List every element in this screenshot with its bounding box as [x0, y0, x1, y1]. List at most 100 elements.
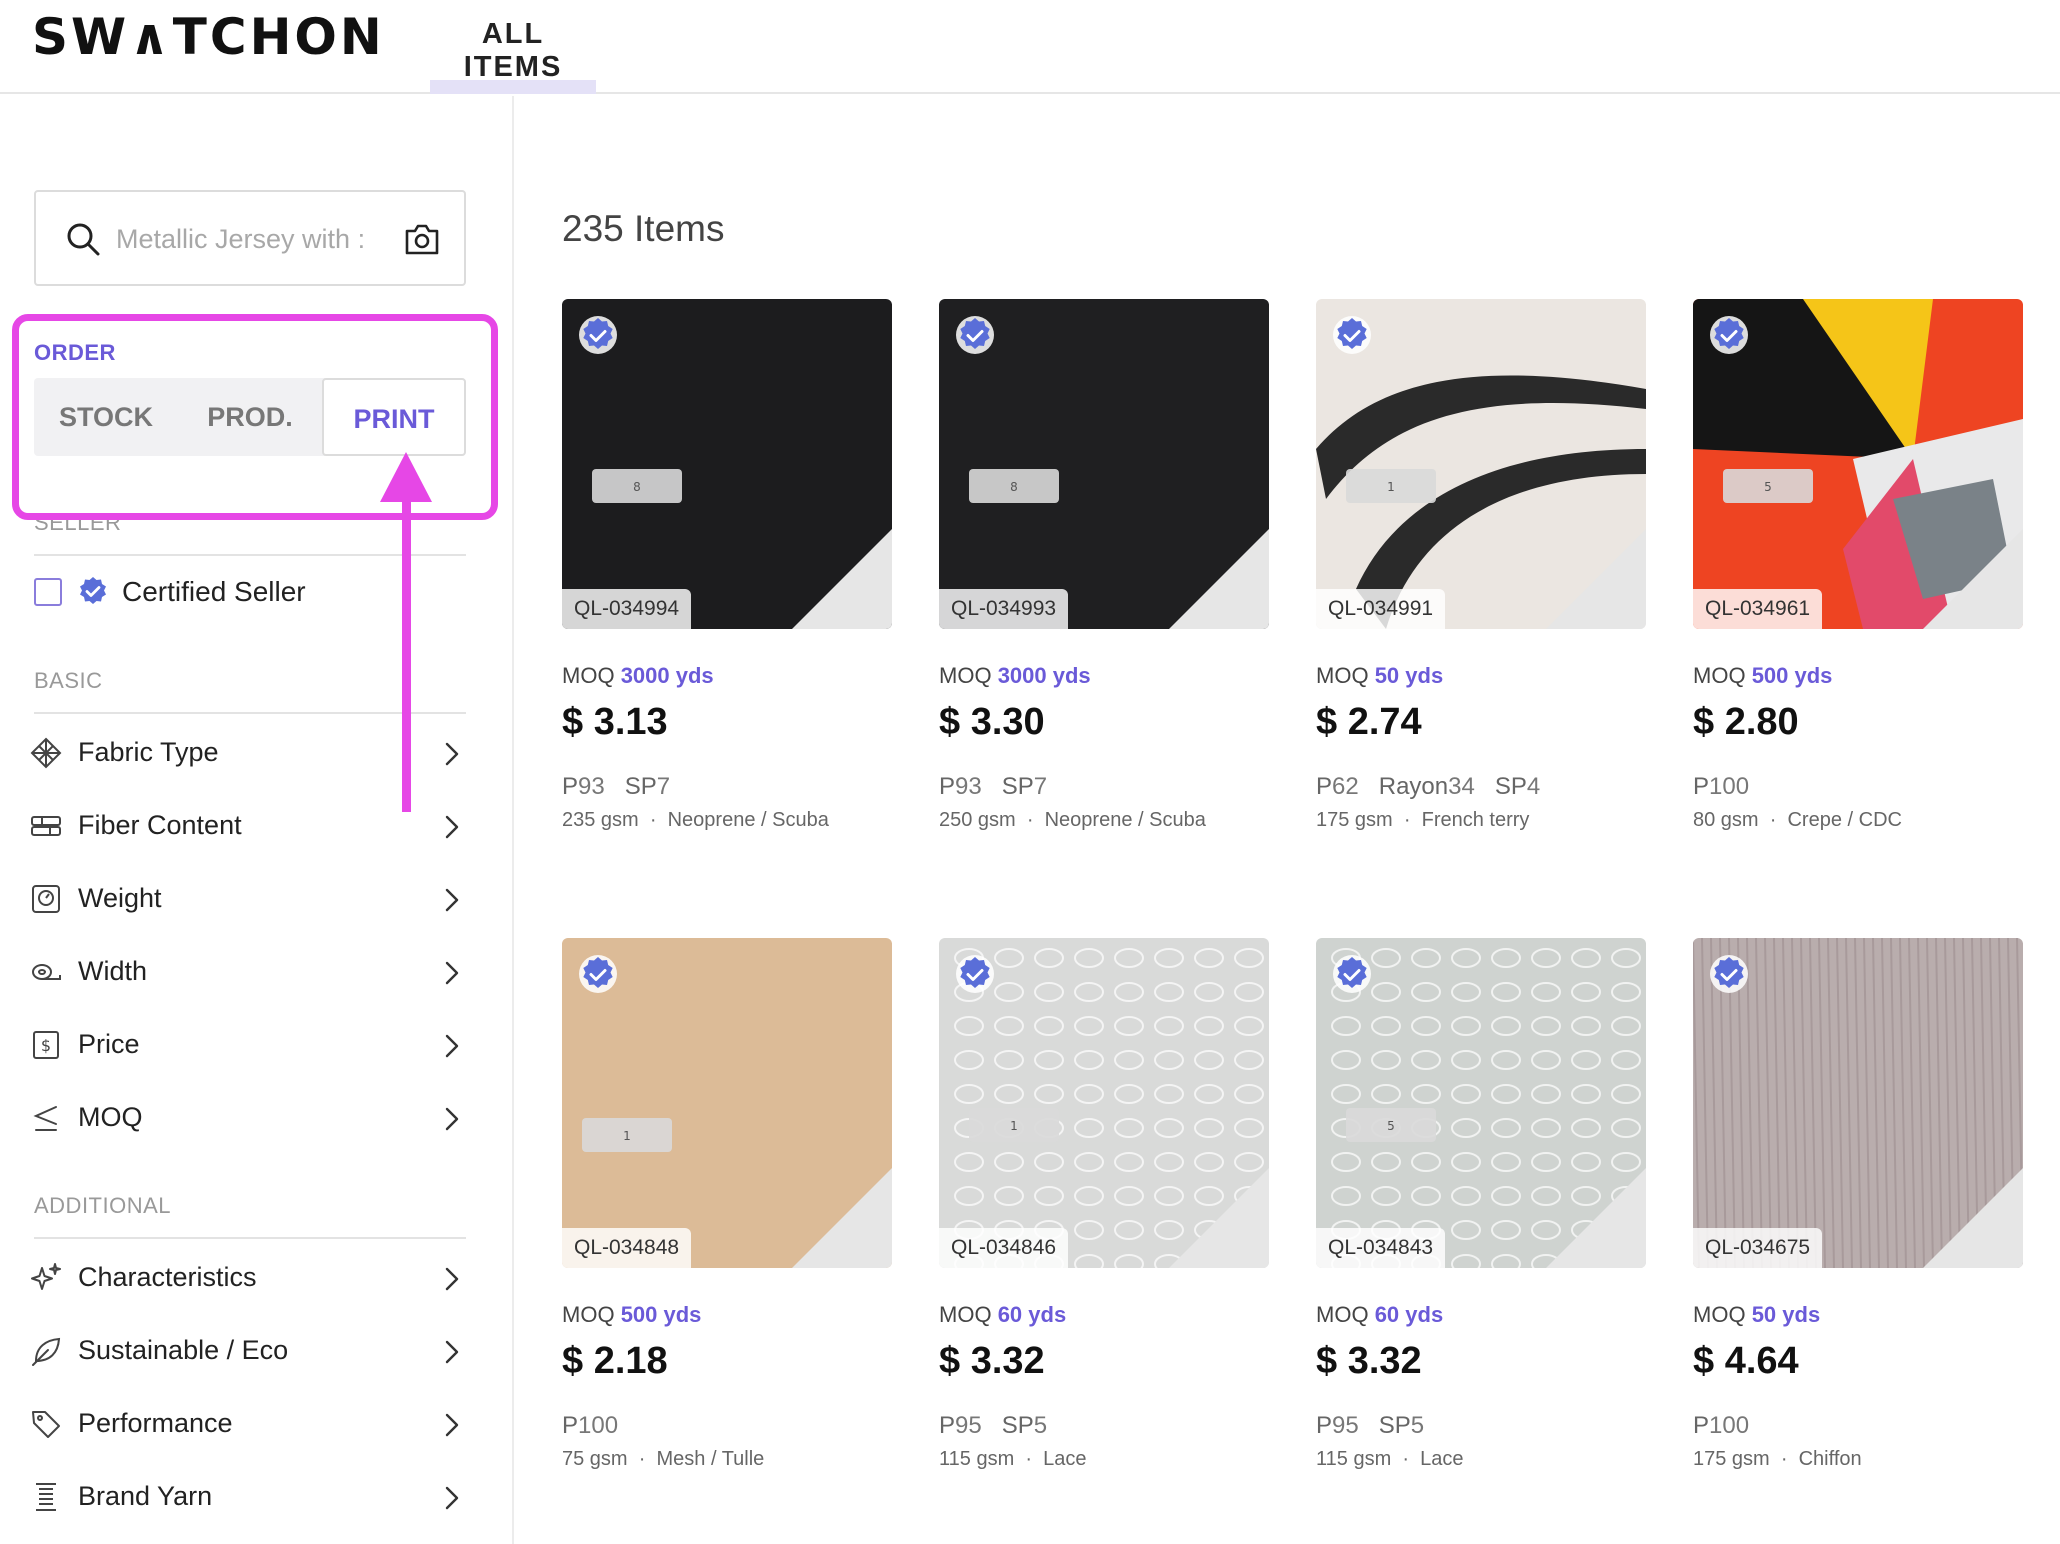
product-image[interactable]: 5 QL-034961: [1693, 299, 2023, 629]
product-composition: P100: [562, 1412, 618, 1440]
product-image[interactable]: 1 QL-034848: [562, 938, 892, 1268]
fiber-percent: 34: [1448, 773, 1475, 800]
product-moq: MOQ 3000 yds: [562, 663, 714, 689]
product-moq: MOQ 3000 yds: [939, 663, 1091, 689]
product-image[interactable]: 8 QL-034994: [562, 299, 892, 629]
fiber-name: P: [562, 1412, 579, 1439]
moq-value: 500 yds: [1751, 663, 1833, 688]
fiber-percent: 7: [1033, 773, 1048, 800]
product-composition: P95 SP5: [939, 1412, 1047, 1440]
svg-text:5: 5: [1764, 480, 1772, 494]
certified-seller-checkbox[interactable]: [34, 578, 62, 606]
fiber-name: SP: [1494, 773, 1527, 800]
product-image[interactable]: 8 QL-034993: [939, 299, 1269, 629]
chevron-right-icon: [445, 1034, 459, 1058]
camera-icon[interactable]: [404, 222, 440, 256]
verified-badge-icon: [579, 316, 617, 354]
fiber-name: P: [1693, 1412, 1710, 1439]
fiber-name: SP: [1001, 1412, 1034, 1439]
chevron-right-icon: [445, 1340, 459, 1364]
switchon-logo[interactable]: SW∧TCHON: [32, 8, 385, 66]
fiber-name: SP: [1378, 1412, 1411, 1439]
product-weight: 235 gsm: [562, 809, 639, 831]
fiber-percent: 100: [578, 1412, 619, 1439]
product-composition: P100: [1693, 773, 1749, 801]
filter-width[interactable]: Width: [30, 952, 470, 992]
weight-icon: [32, 885, 60, 913]
fiber-percent: 62: [1332, 773, 1359, 800]
product-weight: 175 gsm: [1316, 809, 1393, 831]
moq-value: 3000 yds: [997, 663, 1091, 688]
chevron-right-icon: [445, 1107, 459, 1131]
filter-moq[interactable]: MOQ: [30, 1098, 470, 1138]
moq-prefix: MOQ: [1316, 1302, 1369, 1327]
active-tab-indicator: [430, 80, 596, 94]
svg-text:1: 1: [1387, 480, 1395, 494]
fiber-name: Rayon: [1378, 773, 1449, 800]
product-code: QL-034994: [562, 589, 692, 629]
moq-prefix: MOQ: [1693, 1302, 1746, 1327]
fiber-percent: 5: [1410, 1412, 1425, 1439]
filter-characteristics[interactable]: Characteristics: [30, 1258, 470, 1298]
filter-label: Performance: [78, 1408, 233, 1438]
fiber-percent: 7: [656, 773, 671, 800]
filter-sidebar: ORDER STOCK PROD. PRINT SELLER Certified…: [0, 96, 514, 1544]
product-moq: MOQ 500 yds: [1693, 663, 1832, 689]
product-fabric-type: Mesh / Tulle: [656, 1448, 765, 1470]
filter-weight[interactable]: Weight: [30, 879, 470, 919]
product-fabric-type: Chiffon: [1798, 1448, 1862, 1470]
filter-performance[interactable]: Performance: [30, 1404, 470, 1444]
search-input[interactable]: [116, 214, 386, 264]
moq-prefix: MOQ: [562, 663, 615, 688]
product-code: QL-034993: [939, 589, 1069, 629]
verified-badge-icon: [1710, 955, 1748, 993]
product-image[interactable]: 1 QL-034991: [1316, 299, 1646, 629]
chevron-right-icon: [445, 815, 459, 839]
product-weight: 75 gsm: [562, 1448, 628, 1470]
moq-value: 60 yds: [997, 1302, 1067, 1327]
product-moq: MOQ 500 yds: [562, 1302, 701, 1328]
product-image[interactable]: QL-034675: [1693, 938, 2023, 1268]
fabric-type-icon: [30, 737, 62, 769]
fiber-name: P: [562, 773, 579, 800]
product-composition: P100: [1693, 1412, 1749, 1440]
svg-text:1: 1: [1010, 1119, 1018, 1133]
search-box: [34, 190, 466, 286]
filter-price[interactable]: $ Price: [30, 1025, 470, 1065]
filter-label: Sustainable / Eco: [78, 1335, 289, 1365]
product-price: $ 3.32: [1316, 1340, 1422, 1382]
product-price: $ 3.32: [939, 1340, 1045, 1382]
filter-label: Fiber Content: [78, 810, 242, 840]
fiber-name: P: [1693, 773, 1710, 800]
filter-label: Price: [78, 1029, 140, 1059]
product-image[interactable]: 5 QL-034843: [1316, 938, 1646, 1268]
product-weight: 115 gsm: [1316, 1448, 1392, 1470]
product-spec: 115 gsm · Lace: [939, 1448, 1087, 1470]
product-moq: MOQ 50 yds: [1693, 1302, 1820, 1328]
product-composition: P62 Rayon34 SP4: [1316, 773, 1540, 801]
tab-all-items[interactable]: ALL ITEMS: [430, 0, 596, 94]
filter-brand-yarn[interactable]: Brand Yarn: [30, 1477, 470, 1517]
search-icon: [67, 223, 100, 256]
price-icon: $: [33, 1031, 59, 1059]
divider: [34, 1237, 466, 1239]
moq-value: 500 yds: [620, 1302, 702, 1327]
fiber-percent: 93: [578, 773, 605, 800]
filter-sustainable-eco[interactable]: Sustainable / Eco: [30, 1331, 470, 1371]
product-image[interactable]: 1 QL-034846: [939, 938, 1269, 1268]
product-moq: MOQ 50 yds: [1316, 663, 1443, 689]
product-fabric-type: Lace: [1043, 1448, 1087, 1470]
verified-badge-icon: [579, 955, 617, 993]
chevron-right-icon: [445, 742, 459, 766]
fiber-percent: 4: [1526, 773, 1541, 800]
moq-prefix: MOQ: [939, 1302, 992, 1327]
product-fabric-type: Neoprene / Scuba: [1044, 809, 1206, 831]
verified-badge-icon: [956, 955, 994, 993]
product-spec: 175 gsm · Chiffon: [1693, 1448, 1862, 1470]
product-code: QL-034843: [1316, 1228, 1446, 1268]
svg-text:1: 1: [623, 1129, 631, 1143]
results-count: 235 Items: [562, 208, 725, 249]
filter-fiber-content[interactable]: Fiber Content: [30, 806, 470, 846]
product-code: QL-034961: [1693, 589, 1823, 629]
chevron-right-icon: [445, 1486, 459, 1510]
